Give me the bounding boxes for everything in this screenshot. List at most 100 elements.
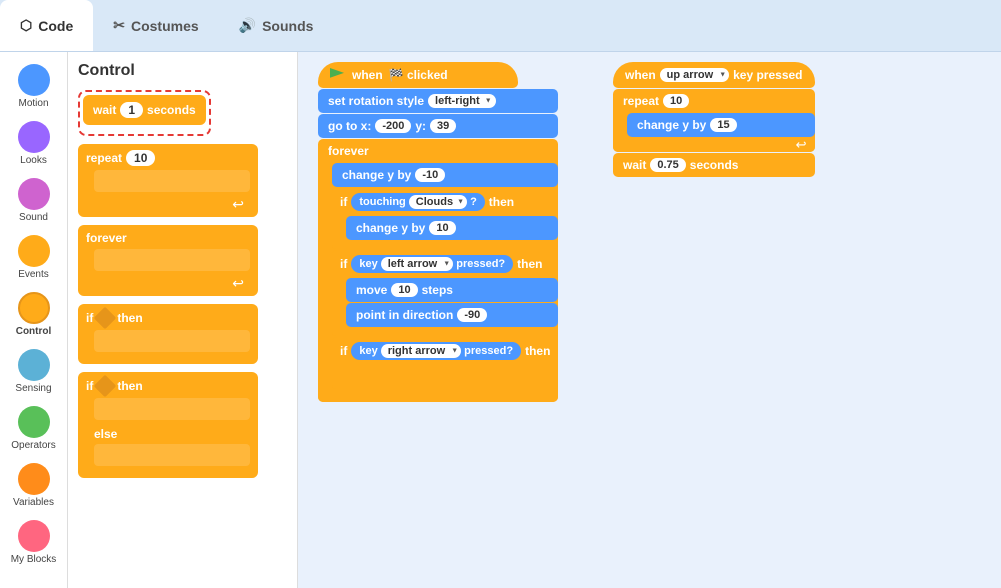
right-arrow-condition[interactable]: key right arrow ▼ pressed? <box>351 342 521 360</box>
repeat-return: ↩ <box>613 138 815 152</box>
clouds-dropdown[interactable]: Clouds ▼ <box>409 195 467 209</box>
seconds-label-2: seconds <box>690 158 739 172</box>
go-to-block[interactable]: go to x: -200 y: 39 <box>318 114 558 138</box>
move-val[interactable]: 10 <box>391 283 417 297</box>
if-then-block[interactable]: if then <box>78 304 258 364</box>
sidebar-item-variables[interactable]: Variables <box>0 459 67 512</box>
y-value[interactable]: 39 <box>430 119 456 133</box>
sidebar-item-myblocks[interactable]: My Blocks <box>0 516 67 569</box>
move-steps-block[interactable]: move 10 steps <box>346 278 558 302</box>
then-label-1: then <box>489 195 514 209</box>
x-value[interactable]: -200 <box>375 119 411 133</box>
dropdown-arrow-icon: ▼ <box>485 98 492 105</box>
set-rotation-block[interactable]: set rotation style left-right ▼ <box>318 89 558 113</box>
wait-block[interactable]: wait 1 seconds <box>83 95 206 125</box>
if-then-else-block[interactable]: if then else <box>78 372 287 478</box>
change-y-plus-block[interactable]: change y by 10 <box>346 216 558 240</box>
sidebar-item-looks[interactable]: Looks <box>0 117 67 170</box>
if-right-header: if key right arrow ▼ pressed? then <box>332 337 558 365</box>
repeat-return-icon: ↩ <box>86 196 250 217</box>
forever-label: forever <box>86 231 127 245</box>
wait-075-val[interactable]: 0.75 <box>650 158 685 172</box>
when-up-arrow-hat[interactable]: when up arrow ▼ key pressed <box>613 62 815 88</box>
operators-label: Operators <box>11 440 55 451</box>
tab-code[interactable]: ⬡ Code <box>0 0 93 51</box>
forever-foot <box>318 390 558 402</box>
sidebar-item-events[interactable]: Events <box>0 231 67 284</box>
sidebar-item-motion[interactable]: Motion <box>0 60 67 113</box>
left-arrow-condition[interactable]: key left arrow ▼ pressed? <box>351 255 513 273</box>
if-body <box>94 330 250 352</box>
right-arrow-dropdown-arrow: ▼ <box>451 348 458 355</box>
if-left-arrow-block[interactable]: if key left arrow ▼ pressed? then <box>332 250 558 336</box>
left-arrow-dropdown[interactable]: left arrow ▼ <box>381 257 454 271</box>
if2-foot <box>86 470 250 478</box>
looks-label: Looks <box>20 155 47 166</box>
events-label: Events <box>18 269 49 280</box>
tab-costumes-label: Costumes <box>131 18 199 34</box>
repeat-value[interactable]: 10 <box>126 150 155 166</box>
wait-075-block[interactable]: wait 0.75 seconds <box>613 153 815 177</box>
forever-block[interactable]: forever ↩ <box>78 225 258 296</box>
else-body <box>94 444 250 466</box>
forever-return-icon: ↩ <box>86 275 250 296</box>
if-right-arrow-block[interactable]: if key right arrow ▼ pressed? then <box>332 337 558 389</box>
forever-wrapper[interactable]: forever change y by -10 if touching <box>318 139 558 402</box>
right-arrow-dropdown[interactable]: right arrow ▼ <box>381 344 461 358</box>
operators-circle <box>18 406 50 438</box>
up-arrow-dropdown[interactable]: up arrow ▼ <box>660 68 729 82</box>
then-label-3: then <box>525 344 550 358</box>
forever-header: forever <box>318 139 558 163</box>
control-label: Control <box>16 326 52 337</box>
sidebar-item-control[interactable]: Control <box>0 288 67 341</box>
myblocks-circle <box>18 520 50 552</box>
else-label: else <box>86 424 250 444</box>
block-panel: Control wait 1 seconds repeat 10 ↩ forev… <box>68 52 298 588</box>
wait-value[interactable]: 1 <box>120 102 143 118</box>
if-touching-foot <box>332 241 558 249</box>
change-y-minus-block[interactable]: change y by -10 <box>332 163 558 187</box>
clicked-label: 🏁 clicked <box>389 68 448 82</box>
sidebar-item-sound[interactable]: Sound <box>0 174 67 227</box>
then-label: then <box>117 311 142 325</box>
sidebar-item-operators[interactable]: Operators <box>0 402 67 455</box>
motion-label: Motion <box>18 98 48 109</box>
wait-label-2: wait <box>623 158 646 172</box>
if2-label: if <box>86 379 93 393</box>
tab-sounds-label: Sounds <box>262 18 313 34</box>
if-left-body: move 10 steps point in direction -90 <box>346 278 558 327</box>
costumes-icon: ✂ <box>113 17 125 34</box>
tab-sounds[interactable]: 🔊 Sounds <box>219 0 334 51</box>
change-y-15-block[interactable]: change y by 15 <box>627 113 815 137</box>
point-direction-block[interactable]: point in direction -90 <box>346 303 558 327</box>
when-label-2: when <box>625 68 656 82</box>
rotation-dropdown[interactable]: left-right ▼ <box>428 94 496 108</box>
repeat-10-val[interactable]: 10 <box>663 94 689 108</box>
code-icon: ⬡ <box>20 17 32 34</box>
repeat-10-block[interactable]: repeat 10 change y by 15 ↩ <box>613 89 815 152</box>
header: ⬡ Code ✂ Costumes 🔊 Sounds <box>0 0 1001 52</box>
if-label-3: if <box>340 344 347 358</box>
sidebar-item-sensing[interactable]: Sensing <box>0 345 67 398</box>
change-y-val1[interactable]: -10 <box>415 168 445 182</box>
events-circle <box>18 235 50 267</box>
looks-circle <box>18 121 50 153</box>
main-area: Motion Looks Sound Events Control Sensin… <box>0 52 1001 588</box>
if-touching-block[interactable]: if touching Clouds ▼ ? then <box>332 188 558 249</box>
touching-condition[interactable]: touching Clouds ▼ ? <box>351 193 484 211</box>
then-label-2: then <box>517 257 542 271</box>
change-y-val3[interactable]: 15 <box>710 118 736 132</box>
tab-costumes[interactable]: ✂ Costumes <box>93 0 218 51</box>
when-clicked-hat[interactable]: when 🏁 clicked <box>318 62 518 88</box>
move-label: move <box>356 283 387 297</box>
if2-body <box>94 398 250 420</box>
go-to-label: go to x: <box>328 119 371 133</box>
if-right-foot <box>332 381 558 389</box>
direction-val[interactable]: -90 <box>457 308 487 322</box>
wait-label: wait <box>93 103 116 117</box>
variables-label: Variables <box>13 497 54 508</box>
then2-label: then <box>117 379 142 393</box>
if-foot <box>86 356 250 364</box>
repeat-block[interactable]: repeat 10 ↩ <box>78 144 258 217</box>
change-y-val2[interactable]: 10 <box>429 221 455 235</box>
